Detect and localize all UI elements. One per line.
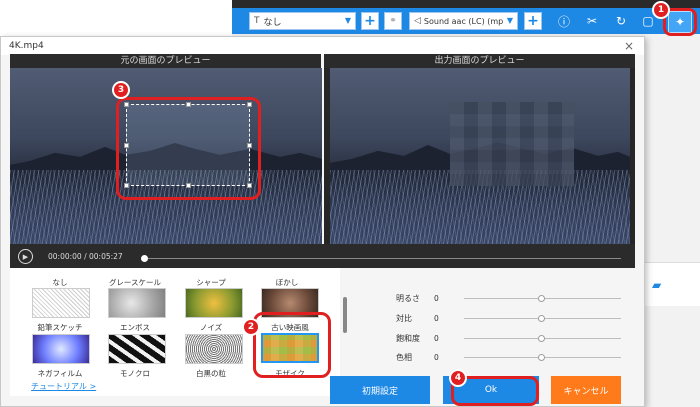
audio-track-value: Sound aac (LC) (mp xyxy=(423,16,504,26)
dialog-title: 4K.mp4 xyxy=(9,41,44,51)
filter-label: 白黒の粒 xyxy=(196,369,226,378)
background-panel xyxy=(640,262,700,306)
contrast-value: 0 xyxy=(434,314,439,323)
subtitle-select[interactable]: T なし ▼ xyxy=(249,12,356,30)
output-preview-header: 出力画面のプレビュー xyxy=(324,54,635,68)
background-titlebar xyxy=(232,0,700,8)
output-video-frame xyxy=(330,68,630,244)
contrast-handle[interactable] xyxy=(538,315,545,322)
folder-icon[interactable]: ▰ xyxy=(652,278,661,292)
time-readout: 00:00:00 / 00:05:27 xyxy=(48,252,123,261)
filter-label: エンボス xyxy=(120,323,150,332)
filter-label: ノイズ xyxy=(199,323,223,332)
filter-thumb-pencil-sketch[interactable] xyxy=(32,288,90,318)
hue-handle[interactable] xyxy=(538,354,545,361)
filter-label: 鉛筆スケッチ xyxy=(37,323,83,332)
play-icon[interactable]: ▶ xyxy=(18,249,33,264)
total-time: 00:05:27 xyxy=(89,252,123,261)
saturation-value: 0 xyxy=(434,334,439,343)
filter-label: ネガフィルム xyxy=(37,369,83,378)
callout-4-badge: 4 xyxy=(449,369,467,387)
brightness-handle[interactable] xyxy=(538,295,545,302)
contrast-label: 対比 xyxy=(396,314,412,323)
filter-label: シャープ xyxy=(196,278,226,287)
callout-2-box xyxy=(253,312,331,378)
callout-1-badge: 1 xyxy=(652,1,670,19)
speaker-icon: ◁ xyxy=(414,16,421,26)
filter-scrollbar[interactable] xyxy=(343,297,347,333)
filter-thumb-monochrome[interactable] xyxy=(108,334,166,364)
filter-label: グレースケール xyxy=(108,278,162,287)
subtitle-select-value: なし xyxy=(263,17,282,28)
chevron-down-icon: ▼ xyxy=(506,16,513,25)
filter-thumb-bw-grain[interactable] xyxy=(185,334,243,364)
link-icon[interactable]: ⚭ xyxy=(384,12,402,30)
filter-label: モノクロ xyxy=(120,369,150,378)
saturation-label: 飽和度 xyxy=(396,334,420,343)
dialog-titlebar: 4K.mp4 × xyxy=(1,37,644,55)
saturation-handle[interactable] xyxy=(538,335,545,342)
cancel-button[interactable]: キャンセル xyxy=(551,376,621,404)
close-icon[interactable]: × xyxy=(624,39,634,53)
filter-thumb-emboss[interactable] xyxy=(108,288,166,318)
mosaic-applied-area xyxy=(450,102,574,186)
seek-track[interactable] xyxy=(144,258,621,259)
callout-3-badge: 3 xyxy=(112,81,130,99)
rotate-icon[interactable]: ↻ xyxy=(613,13,629,29)
chevron-down-icon: ▼ xyxy=(344,16,351,25)
callout-2-badge: 2 xyxy=(242,318,260,336)
reset-button[interactable]: 初期設定 xyxy=(330,376,430,404)
hue-value: 0 xyxy=(434,353,439,362)
tutorial-link[interactable]: チュートリアル > xyxy=(31,381,96,392)
audio-track-select[interactable]: ◁ Sound aac (LC) (mp ▼ xyxy=(409,12,518,30)
callout-3-box xyxy=(116,97,261,200)
add-subtitle-button[interactable]: + xyxy=(361,12,379,30)
filter-thumb-noise[interactable] xyxy=(185,288,243,318)
brightness-value: 0 xyxy=(434,294,439,303)
screenshot-root: T なし ▼ + ⚭ ◁ Sound aac (LC) (mp ▼ + ⓘ ✂ … xyxy=(0,0,700,407)
info-icon[interactable]: ⓘ xyxy=(556,13,572,29)
filter-label: なし xyxy=(52,278,68,287)
text-icon: T xyxy=(254,16,260,26)
filter-label: ぼかし xyxy=(275,278,299,287)
original-preview-header: 元の画面のプレビュー xyxy=(10,54,321,68)
add-audio-button[interactable]: + xyxy=(524,12,542,30)
seek-handle[interactable] xyxy=(141,255,148,262)
hue-label: 色相 xyxy=(396,353,412,362)
brightness-label: 明るさ xyxy=(396,294,420,303)
filter-thumb-negative[interactable] xyxy=(32,334,90,364)
current-time: 00:00:00 xyxy=(48,252,82,261)
scissors-icon[interactable]: ✂ xyxy=(584,13,600,29)
